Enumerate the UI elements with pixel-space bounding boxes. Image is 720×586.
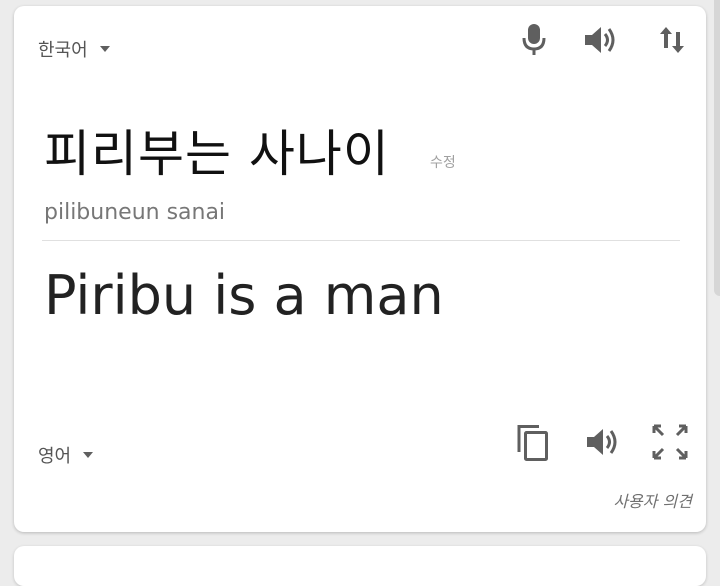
chevron-down-icon bbox=[83, 452, 94, 458]
fullscreen-icon bbox=[652, 424, 688, 460]
fullscreen-button[interactable] bbox=[650, 422, 690, 462]
target-speaker-button[interactable] bbox=[583, 422, 623, 462]
swap-languages-icon bbox=[659, 23, 685, 57]
translated-text: Piribu is a man bbox=[44, 264, 444, 327]
edit-link[interactable]: 수정 bbox=[430, 152, 456, 172]
target-language-label: 영어 bbox=[38, 446, 72, 467]
chevron-down-icon bbox=[99, 46, 110, 52]
speaker-icon bbox=[585, 427, 621, 457]
romanization-text: pilibuneun sanai bbox=[44, 200, 226, 225]
speaker-icon bbox=[583, 25, 619, 55]
copy-icon bbox=[515, 422, 549, 462]
source-text[interactable]: 피리부는 사나이 bbox=[44, 114, 390, 186]
microphone-button[interactable] bbox=[514, 20, 554, 60]
microphone-icon bbox=[522, 23, 546, 57]
source-language-label: 한국어 bbox=[38, 40, 88, 61]
translation-card: 한국어 피리부는 사나이 수정 pilibuneun sanai Piribu … bbox=[14, 6, 706, 532]
source-language-dropdown[interactable]: 한국어 bbox=[38, 36, 110, 62]
swap-languages-button[interactable] bbox=[652, 20, 692, 60]
next-card bbox=[14, 546, 706, 586]
source-speaker-button[interactable] bbox=[581, 20, 621, 60]
copy-button[interactable] bbox=[512, 422, 552, 462]
scrollbar[interactable] bbox=[714, 0, 720, 296]
divider bbox=[42, 240, 680, 241]
feedback-link[interactable]: 사용자 의견 bbox=[613, 488, 692, 512]
target-language-dropdown[interactable]: 영어 bbox=[38, 442, 94, 468]
